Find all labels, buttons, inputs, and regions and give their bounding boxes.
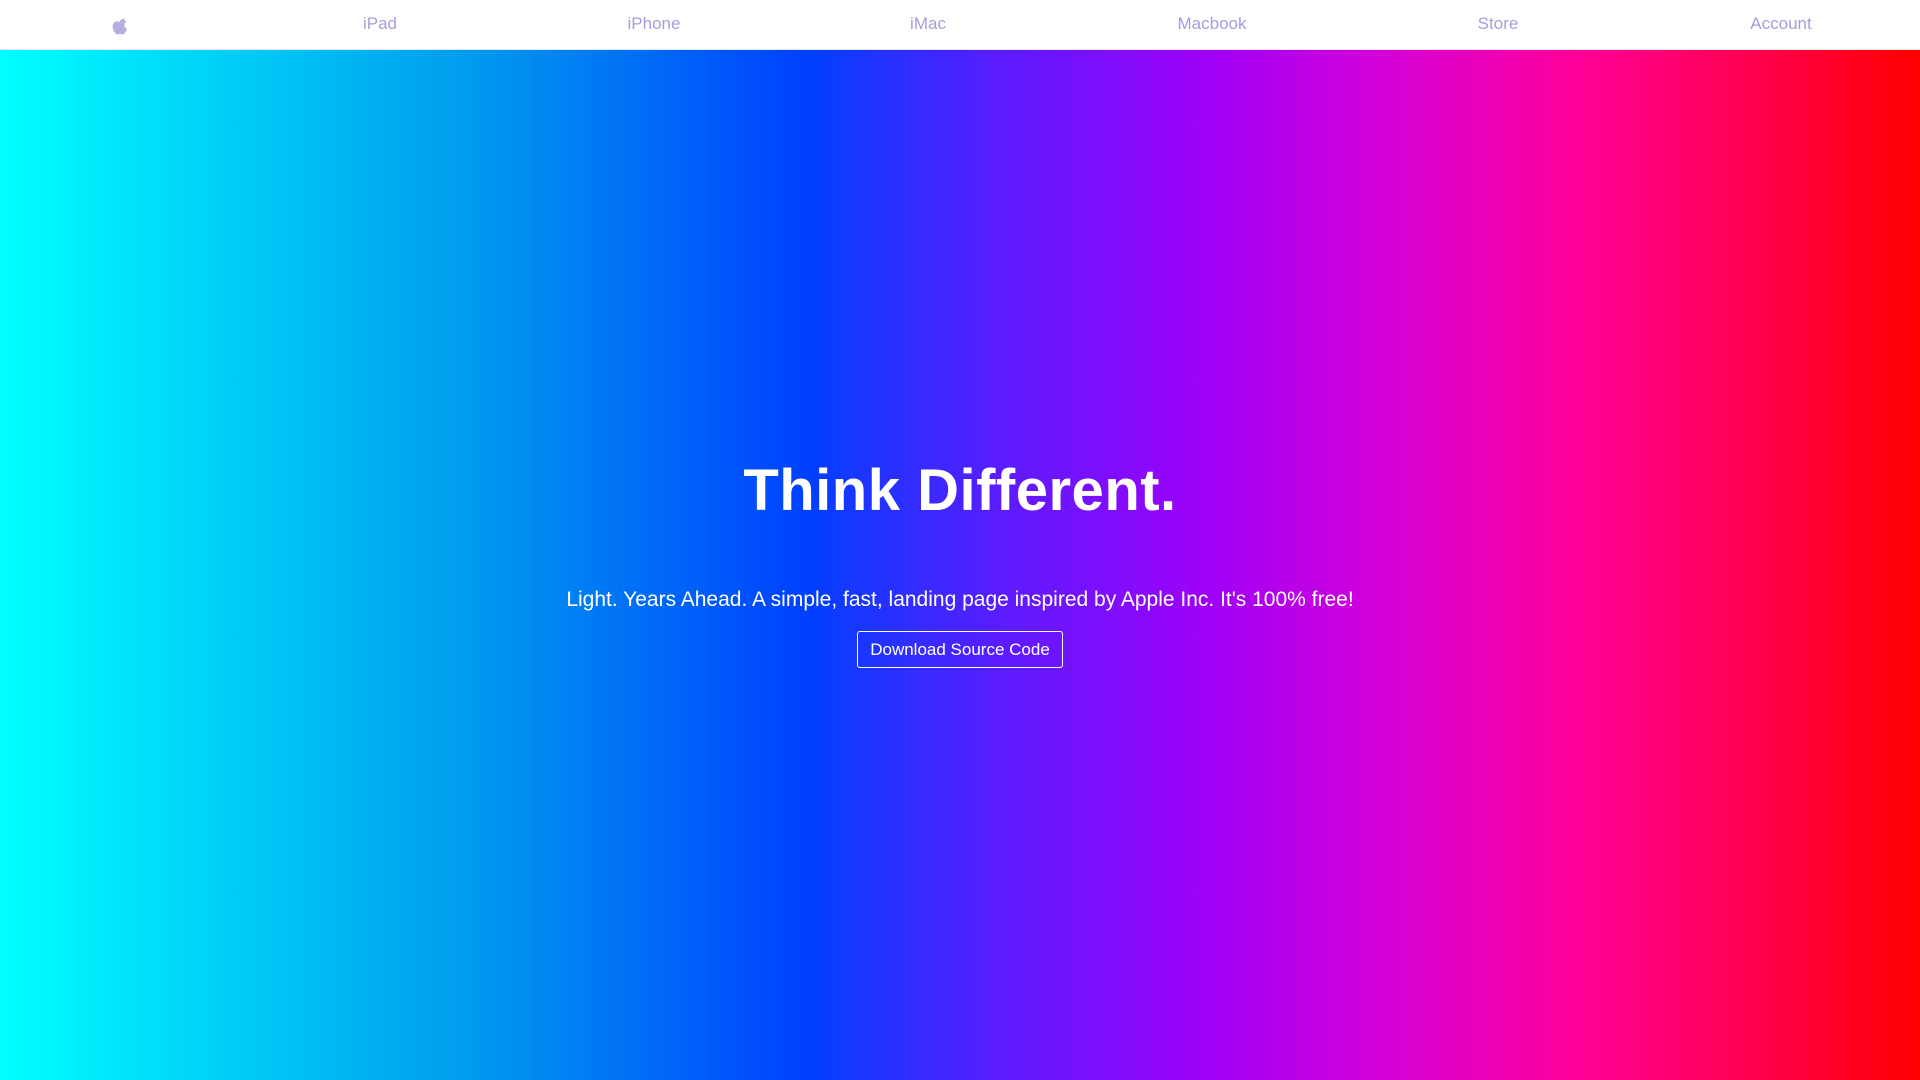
hero-section xyxy=(0,50,1920,1080)
nav-link-macbook[interactable]: Macbook xyxy=(1178,0,1247,49)
nav-link-iphone[interactable]: iPhone xyxy=(628,0,681,49)
apple-logo-icon[interactable] xyxy=(108,14,132,38)
nav-link-account[interactable]: Account xyxy=(1750,0,1811,49)
nav-link-imac[interactable]: iMac xyxy=(910,0,946,49)
hero-subtitle: Light. Years Ahead. A simple, fast, land… xyxy=(566,588,1354,611)
nav-link-ipad[interactable]: iPad xyxy=(363,0,397,49)
download-source-code-button[interactable]: Download Source Code xyxy=(857,631,1063,668)
nav-link-store[interactable]: Store xyxy=(1478,0,1519,49)
hero-title: Think Different. xyxy=(743,458,1177,523)
top-navbar: iPad iPhone iMac Macbook Store Account xyxy=(0,0,1920,50)
